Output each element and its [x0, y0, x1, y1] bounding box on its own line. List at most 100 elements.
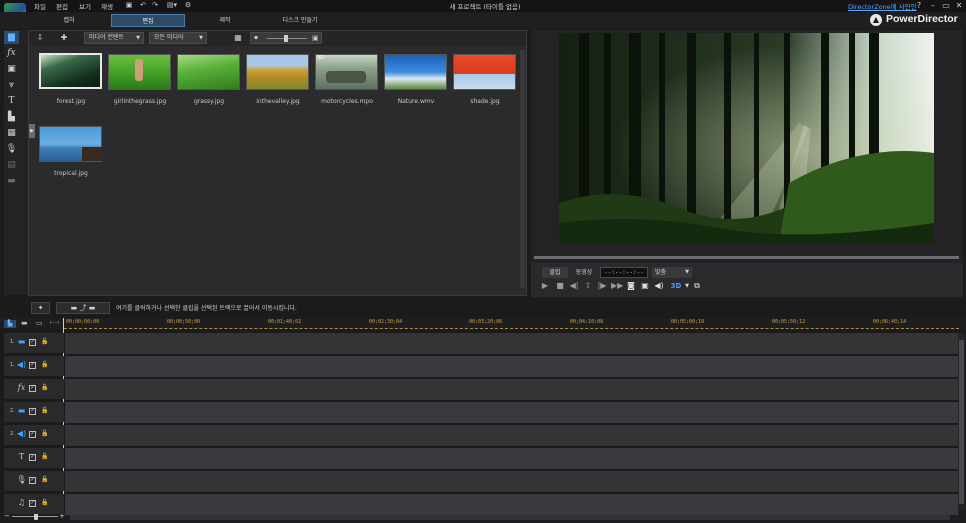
thumbnail-forest[interactable] — [39, 53, 102, 89]
settings-icon[interactable]: ⚙ — [184, 1, 192, 9]
thumbnail-motorcycles[interactable]: 3D — [315, 54, 378, 90]
display-mode-icon[interactable]: ▣ — [640, 281, 650, 291]
snapshot-icon[interactable]: ◙ — [626, 281, 636, 291]
help-button[interactable]: ? — [914, 0, 924, 11]
plugins-icon[interactable]: ✚ — [58, 33, 70, 43]
lock-icon[interactable]: 🔓 — [41, 453, 48, 460]
thumbnail-inthevalley[interactable] — [246, 54, 309, 90]
track-lane[interactable] — [65, 356, 958, 377]
track-enable-checkbox[interactable]: ✓ — [29, 454, 36, 461]
subtitle-room-icon[interactable]: ▬ — [4, 175, 19, 188]
lock-icon[interactable]: 🔓 — [41, 476, 48, 483]
media-room-icon[interactable]: ▆ — [4, 31, 19, 44]
track-enable-checkbox[interactable]: ✓ — [29, 385, 36, 392]
mark-in-icon[interactable]: ⇧ — [583, 281, 593, 291]
grid-view-icon[interactable]: ▦ — [232, 33, 244, 43]
thumbnail-tropical[interactable] — [39, 126, 102, 162]
media-icon[interactable]: ▤▾ — [166, 1, 178, 9]
minimize-button[interactable]: – — [928, 0, 938, 11]
thumbnail-girlinthegrass[interactable] — [108, 54, 171, 90]
track-lane[interactable] — [65, 471, 958, 492]
3d-mode-icon[interactable]: 3D — [669, 281, 683, 291]
media-content-dropdown[interactable]: 미디어 컨텐트 ▼ — [84, 32, 144, 44]
library-scrollbar[interactable] — [519, 46, 526, 295]
lock-icon[interactable]: 🔓 — [41, 338, 48, 345]
track-enable-checkbox[interactable]: ✓ — [29, 408, 36, 415]
track-header: 2. ◀) ✓ 🔓 — [4, 425, 64, 445]
magic-tools-icon[interactable]: ✦ — [31, 302, 50, 314]
track-enable-checkbox[interactable]: ✓ — [29, 362, 36, 369]
timeline-view-icon[interactable]: ▙ — [4, 320, 16, 328]
track-lane[interactable] — [65, 494, 958, 515]
timecode-display[interactable]: --:--:--:-- — [600, 267, 648, 278]
track-lane[interactable] — [65, 379, 958, 400]
next-frame-icon[interactable]: |▶ — [597, 281, 607, 291]
video-track-icon: ▬ — [17, 406, 26, 415]
particle-room-icon[interactable]: ⩔ — [4, 79, 19, 92]
track-lane[interactable] — [65, 448, 958, 469]
save-icon[interactable]: ▣ — [125, 1, 133, 9]
lock-icon[interactable]: 🔓 — [41, 384, 48, 391]
editing-mode-button[interactable]: ▬ ⤴ ▬ — [56, 302, 110, 314]
volume-icon[interactable]: ◀) — [654, 281, 664, 291]
tab-clip-mode[interactable]: 클립 — [542, 267, 568, 278]
ruler-tick: 00;05;00;10 — [671, 319, 705, 325]
menu-playback[interactable]: 재생 — [101, 1, 113, 11]
voice-over-room-icon[interactable]: 🎙 — [4, 143, 19, 156]
zoom-fit-dropdown[interactable]: 맞춤 ▼ — [652, 267, 692, 278]
chevron-down-icon[interactable]: ▼ — [682, 281, 692, 291]
play-icon[interactable]: ▶ — [540, 281, 550, 291]
chevron-down-icon: ▼ — [199, 35, 203, 41]
thumbnail-nature[interactable] — [384, 54, 447, 90]
preview-progress-bar[interactable] — [534, 256, 959, 259]
track-lane[interactable] — [65, 402, 958, 423]
thumbnail-grassy[interactable] — [177, 54, 240, 90]
tab-edit[interactable]: 편집 — [111, 14, 185, 27]
thumbnail-label: girlinthegrass.jpg — [113, 98, 167, 105]
close-button[interactable]: ✕ — [954, 0, 964, 11]
undo-icon[interactable]: ↶ — [139, 1, 147, 9]
directorzone-signin-link[interactable]: DirectorZone에 사인인 — [848, 1, 917, 11]
thumbnail-size-slider[interactable]: ▪ ▣ — [250, 32, 322, 44]
track-enable-checkbox[interactable]: ✓ — [29, 431, 36, 438]
title-room-icon[interactable]: T — [4, 95, 19, 108]
lock-icon[interactable]: 🔓 — [41, 430, 48, 437]
track-lane[interactable] — [65, 333, 958, 354]
tab-movie-mode[interactable]: 동영상 — [570, 267, 598, 278]
redo-icon[interactable]: ↷ — [151, 1, 159, 9]
pip-room-icon[interactable]: ▣ — [4, 63, 19, 76]
timeline-vertical-scrollbar[interactable] — [958, 333, 965, 511]
transition-room-icon[interactable]: ▙ — [4, 111, 19, 124]
effect-room-icon[interactable]: fx — [4, 47, 19, 60]
expand-panel-icon[interactable]: ▶ — [29, 124, 35, 138]
menu-file[interactable]: 파일 — [34, 1, 46, 11]
lock-icon[interactable]: 🔓 — [41, 499, 48, 506]
tab-create-disc[interactable]: 디스크 만들기 — [270, 14, 330, 27]
chapter-room-icon[interactable]: ▤ — [4, 159, 19, 172]
stop-icon[interactable]: ■ — [555, 281, 565, 291]
previous-frame-icon[interactable]: ◀| — [569, 281, 579, 291]
lock-icon[interactable]: 🔓 — [41, 361, 48, 368]
storyboard-view-icon[interactable]: ▬ — [21, 319, 28, 327]
track-manager-icon[interactable]: ▭ — [36, 319, 43, 327]
track-enable-checkbox[interactable]: ✓ — [29, 500, 36, 507]
track-enable-checkbox[interactable]: ✓ — [29, 477, 36, 484]
lock-icon[interactable]: 🔓 — [41, 407, 48, 414]
maximize-button[interactable]: ▭ — [941, 0, 951, 11]
slider-handle[interactable] — [284, 35, 288, 42]
track-enable-checkbox[interactable]: ✓ — [29, 339, 36, 346]
track-lane[interactable] — [65, 425, 958, 446]
undock-preview-icon[interactable]: ⧉ — [692, 281, 702, 291]
fit-timeline-icon[interactable]: ⊢⊣ — [50, 320, 59, 326]
media-type-dropdown[interactable]: 모든 미디어 ▼ — [149, 32, 207, 44]
tab-capture[interactable]: 캡처 — [44, 14, 94, 27]
timeline-zoom-handle[interactable] — [34, 513, 38, 520]
thumbnail-shade[interactable] — [453, 54, 516, 90]
menu-view[interactable]: 보기 — [79, 1, 91, 11]
tab-produce[interactable]: 제작 — [205, 14, 245, 27]
import-media-icon[interactable]: ⇩ — [34, 33, 46, 43]
audio-mixing-room-icon[interactable]: ▦ — [4, 127, 19, 140]
fast-forward-icon[interactable]: ▶▶ — [611, 281, 623, 291]
thumbnail-label: forest.jpg — [56, 98, 86, 105]
menu-edit[interactable]: 편집 — [56, 1, 68, 11]
